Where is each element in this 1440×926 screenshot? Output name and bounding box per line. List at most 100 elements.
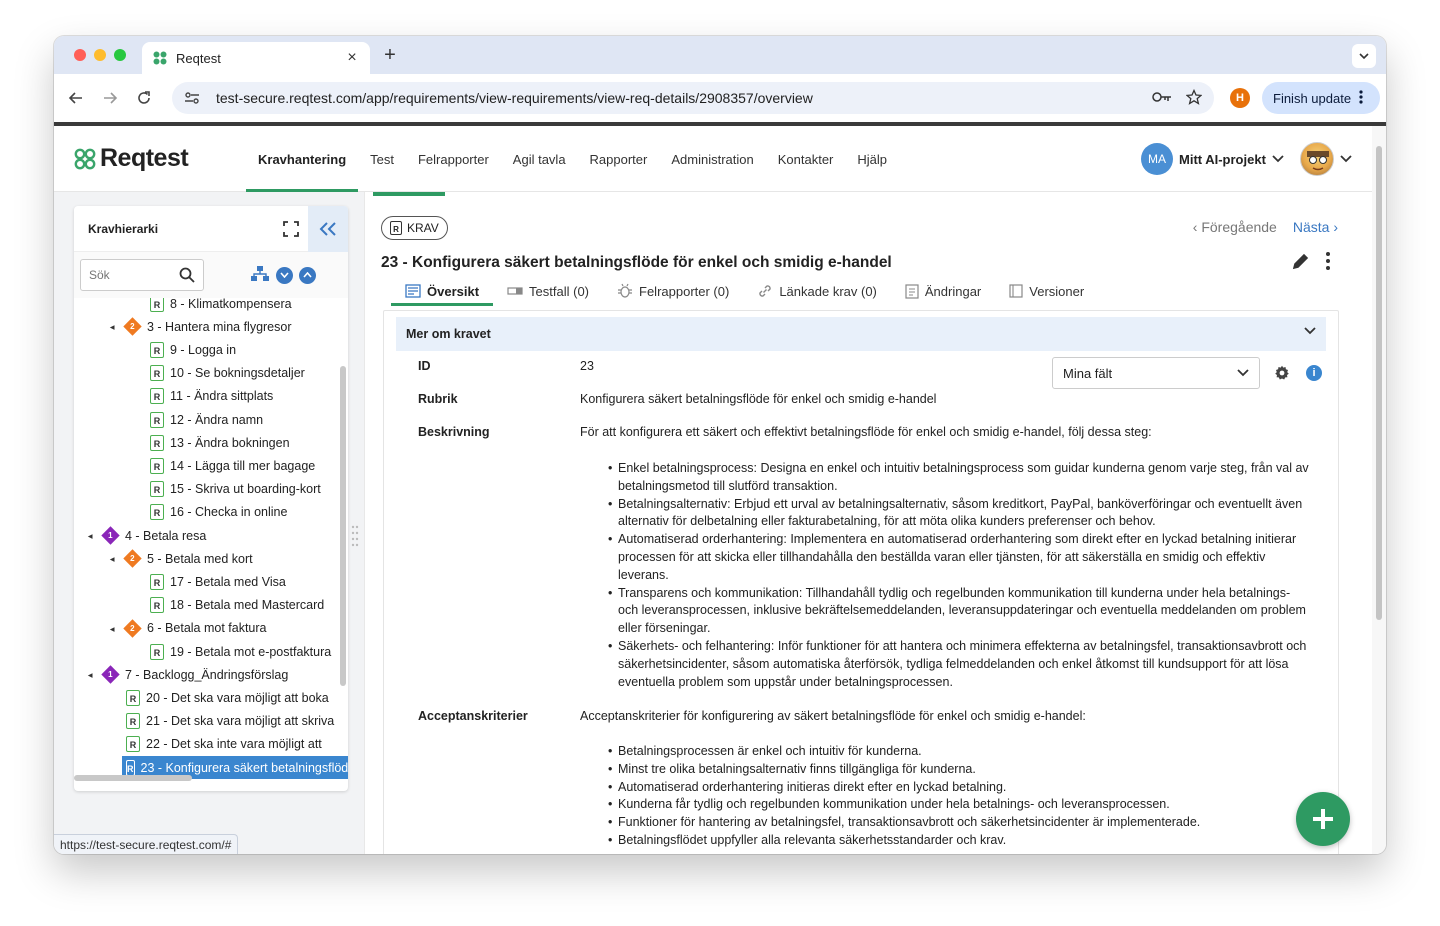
- nav-rapporter[interactable]: Rapporter: [578, 126, 660, 192]
- expand-toggle-icon[interactable]: ▲: [86, 533, 95, 541]
- forward-button[interactable]: [98, 86, 122, 110]
- tree-panel-header: Kravhierarki: [74, 206, 348, 252]
- tab-close-icon[interactable]: ×: [344, 49, 360, 67]
- tree-item[interactable]: R 9 - Logga in: [150, 338, 348, 361]
- tree-search-box[interactable]: [80, 259, 204, 291]
- expand-toggle-icon[interactable]: ▲: [108, 324, 117, 332]
- add-new-button[interactable]: [1296, 792, 1350, 846]
- back-button[interactable]: [64, 86, 88, 110]
- tree-horizontal-scrollbar[interactable]: [74, 775, 192, 781]
- beskrivning-list: Enkel betalningsprocess: Designa en enke…: [608, 460, 1310, 691]
- tree-vertical-scrollbar[interactable]: [340, 366, 346, 686]
- tab-versioner[interactable]: Versioner: [995, 276, 1098, 306]
- more-options-icon[interactable]: [1324, 252, 1332, 270]
- tree-item[interactable]: R 12 - Ändra namn: [150, 408, 348, 431]
- nav-kravhantering[interactable]: Kravhantering: [246, 126, 359, 192]
- nav-hjalp[interactable]: Hjälp: [845, 126, 899, 192]
- previous-link[interactable]: ‹ Föregående: [1193, 219, 1277, 235]
- browser-tab[interactable]: Reqtest ×: [142, 42, 370, 74]
- priority-1-badge-icon: 1: [101, 665, 120, 684]
- list-item: Minst tre olika betalningsalternativ fin…: [608, 761, 1310, 779]
- type-chip: R KRAV: [381, 216, 448, 240]
- nav-kontakter[interactable]: Kontakter: [766, 126, 846, 192]
- tab-testfall[interactable]: Testfall (0): [493, 276, 603, 306]
- tree-item[interactable]: R 8 - Klimatkompensera: [150, 298, 348, 315]
- expand-all-button[interactable]: [276, 266, 293, 284]
- tree-item[interactable]: R 15 - Skriva ut boarding-kort: [150, 478, 348, 501]
- tree-item[interactable]: R 20 - Det ska vara möjligt att boka: [126, 686, 348, 709]
- tree-item-label: 3 - Hantera mina flygresor: [147, 319, 292, 334]
- minimize-window-button[interactable]: [94, 49, 106, 61]
- edit-pencil-icon[interactable]: [1292, 252, 1310, 270]
- next-link[interactable]: Nästa ›: [1293, 219, 1338, 235]
- gear-icon[interactable]: [1274, 365, 1290, 381]
- browser-profile-avatar[interactable]: H: [1230, 88, 1250, 108]
- close-window-button[interactable]: [74, 49, 86, 61]
- tab-felrapporter[interactable]: Felrapporter (0): [603, 276, 743, 306]
- expand-toggle-icon[interactable]: ▲: [108, 625, 117, 633]
- tab-andringar[interactable]: Ändringar: [891, 276, 995, 306]
- nav-administration[interactable]: Administration: [659, 126, 765, 192]
- collapse-all-button[interactable]: [299, 266, 316, 284]
- user-avatar: [1300, 142, 1334, 176]
- user-menu[interactable]: [1300, 142, 1352, 176]
- project-selector[interactable]: MA Mitt AI-projekt: [1141, 143, 1284, 175]
- more-about-section-header[interactable]: Mer om kravet: [396, 317, 1326, 351]
- requirement-icon: R: [150, 411, 164, 428]
- tree-item[interactable]: R 11 - Ändra sittplats: [150, 385, 348, 408]
- fullscreen-icon[interactable]: [282, 220, 300, 238]
- finish-update-button[interactable]: Finish update: [1262, 82, 1380, 114]
- fields-select[interactable]: Mina fält: [1052, 357, 1260, 389]
- tree-item[interactable]: ▲ 1 4 - Betala resa: [86, 524, 348, 547]
- chevron-up-icon: [303, 272, 312, 278]
- tree-search-input[interactable]: [89, 268, 179, 282]
- maximize-window-button[interactable]: [114, 49, 126, 61]
- nav-agil-tavla[interactable]: Agil tavla: [501, 126, 578, 192]
- panel-splitter-handle[interactable]: [351, 524, 359, 552]
- section-title: Mer om kravet: [406, 327, 491, 341]
- priority-1-badge-icon: 1: [101, 526, 120, 545]
- address-bar[interactable]: test-secure.reqtest.com/app/requirements…: [172, 82, 1214, 114]
- tree-item[interactable]: R 18 - Betala med Mastercard: [150, 594, 348, 617]
- tree-item[interactable]: ▲ 2 3 - Hantera mina flygresor: [108, 315, 348, 338]
- double-chevron-left-icon: [319, 222, 336, 236]
- tree-panel-title: Kravhierarki: [88, 221, 159, 236]
- requirement-icon: R: [150, 434, 164, 451]
- tree-item[interactable]: ▲ 1 7 - Backlogg_Ändringsförslag: [86, 663, 348, 686]
- requirement-title: 23 - Konfigurera säkert betalningsflöde …: [381, 254, 892, 271]
- page-vertical-scrollbar[interactable]: [1372, 126, 1386, 854]
- tab-lankade-krav[interactable]: Länkade krav (0): [743, 276, 891, 306]
- list-item: Kunderna får tydlig och regelbunden komm…: [608, 796, 1310, 814]
- requirement-detail-panel: R KRAV ‹ Föregående Nästa › 23 - Konfigu…: [364, 192, 1372, 854]
- tree-item[interactable]: ▲ 2 6 - Betala mot faktura: [108, 617, 348, 640]
- tree-item[interactable]: R 22 - Det ska inte vara möjligt att: [126, 733, 348, 756]
- reload-button[interactable]: [132, 86, 156, 110]
- reqtest-logo[interactable]: Reqtest: [74, 144, 189, 173]
- nav-felrapporter[interactable]: Felrapporter: [406, 126, 501, 192]
- tree-item[interactable]: R 10 - Se bokningsdetaljer: [150, 362, 348, 385]
- requirement-icon: R: [126, 689, 140, 706]
- expand-toggle-icon[interactable]: ▲: [108, 556, 117, 564]
- requirement-icon: R: [150, 341, 164, 358]
- tree-item[interactable]: R 17 - Betala med Visa: [150, 570, 348, 593]
- tree-item[interactable]: R 13 - Ändra bokningen: [150, 431, 348, 454]
- nav-test[interactable]: Test: [358, 126, 406, 192]
- tree-item[interactable]: R 19 - Betala mot e-postfaktura: [150, 640, 348, 663]
- tab-strip: Reqtest × +: [54, 36, 1386, 74]
- tree-item[interactable]: R 21 - Det ska vara möjligt att skriva: [126, 710, 348, 733]
- tree-item[interactable]: R 16 - Checka in online: [150, 501, 348, 524]
- info-icon[interactable]: i: [1306, 365, 1322, 381]
- arrow-left-icon: [68, 92, 82, 104]
- collapse-panel-button[interactable]: [308, 206, 348, 252]
- tab-oversikt[interactable]: Översikt: [391, 276, 494, 306]
- hierarchy-filter-icon[interactable]: [250, 265, 270, 286]
- page-scrollbar-thumb[interactable]: [1376, 146, 1382, 620]
- password-key-icon[interactable]: [1152, 91, 1172, 106]
- tab-search-button[interactable]: [1352, 44, 1376, 68]
- tree-item[interactable]: R 14 - Lägga till mer bagage: [150, 454, 348, 477]
- expand-toggle-icon[interactable]: ▲: [86, 672, 95, 680]
- tree-item[interactable]: ▲ 2 5 - Betala med kort: [108, 547, 348, 570]
- bookmark-star-icon[interactable]: [1185, 88, 1203, 108]
- site-info-icon[interactable]: [184, 91, 204, 105]
- new-tab-button[interactable]: +: [380, 44, 400, 67]
